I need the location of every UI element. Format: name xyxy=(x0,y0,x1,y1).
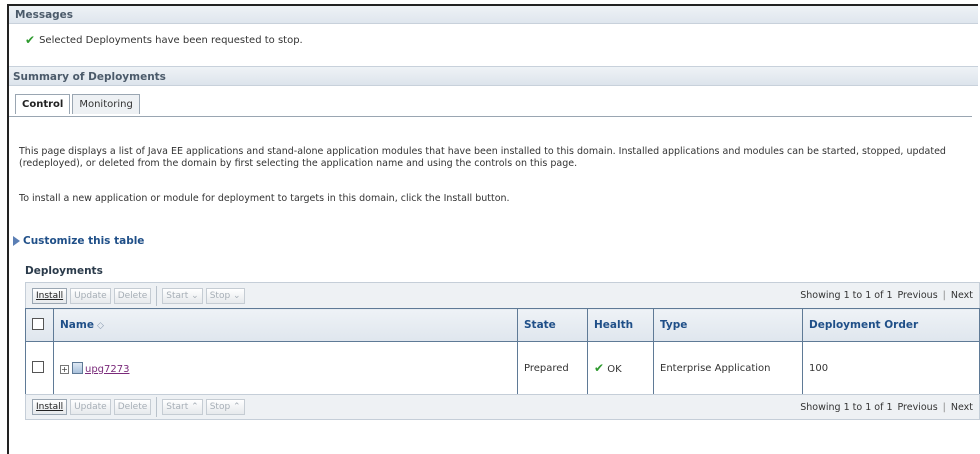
deployments-toolbar-top: Install Update Delete Start ⌄ Stop ⌄ Sho… xyxy=(25,282,980,308)
start-dropdown-button[interactable]: Start ⌃ xyxy=(162,399,203,415)
paging-divider: | xyxy=(942,290,946,301)
stop-dropdown-button[interactable]: Stop ⌃ xyxy=(205,399,245,415)
paging-summary: Showing 1 to 1 of 1 xyxy=(800,401,893,413)
sort-icon: ◇ xyxy=(96,321,104,331)
expand-triangle-icon xyxy=(13,236,20,246)
stop-dropdown-button[interactable]: Stop ⌄ xyxy=(205,287,245,304)
pagination: Showing 1 to 1 of 1 Previous | Next xyxy=(800,402,979,413)
order-cell: 100 xyxy=(802,341,980,395)
pagination: Showing 1 to 1 of 1 Previous | Next xyxy=(800,290,979,301)
health-label: OK xyxy=(607,363,622,375)
select-all-checkbox[interactable] xyxy=(32,317,44,330)
tab-bar: Control Monitoring xyxy=(15,94,140,114)
install-button[interactable]: Install xyxy=(32,399,68,415)
customize-table-link[interactable]: Customize this table xyxy=(13,235,144,247)
deployments-page: Messages ✔ Selected Deployments have bee… xyxy=(7,4,980,454)
tab-control[interactable]: Control xyxy=(15,94,71,114)
start-label: Start xyxy=(166,290,189,301)
summary-heading: Summary of Deployments xyxy=(9,66,978,86)
start-dropdown-button[interactable]: Start ⌄ xyxy=(162,287,203,304)
row-checkbox[interactable] xyxy=(32,360,44,373)
tab-monitoring[interactable]: Monitoring xyxy=(72,94,140,114)
previous-link[interactable]: Previous xyxy=(898,290,938,301)
type-cell: Enterprise Application xyxy=(653,341,803,395)
install-hint: To install a new application or module f… xyxy=(19,193,510,204)
deployments-table: Name ◇ State Health Type Deployment Order… xyxy=(25,308,980,395)
status-message-text: Selected Deployments have been requested… xyxy=(39,34,303,46)
tab-underline xyxy=(9,116,972,117)
row-select-cell xyxy=(25,341,54,395)
state-column-header[interactable]: State xyxy=(517,308,588,342)
stop-label: Stop xyxy=(209,290,231,301)
order-column-header[interactable]: Deployment Order xyxy=(802,308,980,342)
health-cell: ✔ OK xyxy=(587,341,654,395)
table-header-row: Name ◇ State Health Type Deployment Order xyxy=(25,308,980,342)
messages-heading: Messages xyxy=(9,6,978,24)
expand-plus-icon[interactable]: + xyxy=(60,364,69,374)
type-column-header[interactable]: Type xyxy=(653,308,803,342)
chevron-up-icon: ⌃ xyxy=(191,402,199,412)
page-description: This page displays a list of Java EE app… xyxy=(19,146,946,169)
select-all-header xyxy=(25,308,54,342)
success-check-icon: ✔ xyxy=(25,33,36,47)
chevron-down-icon: ⌄ xyxy=(191,290,199,301)
application-name-link[interactable]: upg7273 xyxy=(85,364,129,375)
name-cell: + upg7273 xyxy=(53,341,518,395)
name-column-header[interactable]: Name ◇ xyxy=(53,308,518,342)
customize-table-label: Customize this table xyxy=(23,235,145,247)
next-link[interactable]: Next xyxy=(951,402,973,413)
update-button[interactable]: Update xyxy=(70,287,111,304)
deployments-title: Deployments xyxy=(25,265,103,277)
next-link[interactable]: Next xyxy=(951,290,973,301)
delete-button[interactable]: Delete xyxy=(113,287,152,304)
delete-button[interactable]: Delete xyxy=(113,399,152,415)
deployments-toolbar-bottom: Install Update Delete Start ⌃ Stop ⌃ Sho… xyxy=(25,394,980,420)
paging-divider: | xyxy=(942,401,946,413)
health-column-header[interactable]: Health xyxy=(587,308,654,342)
toolbar-separator xyxy=(156,285,158,306)
table-row: + upg7273 Prepared ✔ OK Enterprise Applic… xyxy=(25,341,980,395)
toolbar-separator xyxy=(156,397,158,417)
chevron-down-icon: ⌄ xyxy=(233,290,241,301)
paging-summary: Showing 1 to 1 of 1 xyxy=(800,290,893,301)
status-message: ✔ Selected Deployments have been request… xyxy=(25,34,303,46)
state-cell: Prepared xyxy=(517,341,588,395)
update-button[interactable]: Update xyxy=(70,399,111,415)
application-icon xyxy=(72,361,83,374)
stop-label: Stop xyxy=(209,402,231,412)
install-button[interactable]: Install xyxy=(32,287,68,304)
health-ok-icon: ✔ xyxy=(594,360,605,375)
start-label: Start xyxy=(166,402,189,412)
previous-link[interactable]: Previous xyxy=(898,402,938,413)
chevron-up-icon: ⌃ xyxy=(233,402,241,412)
